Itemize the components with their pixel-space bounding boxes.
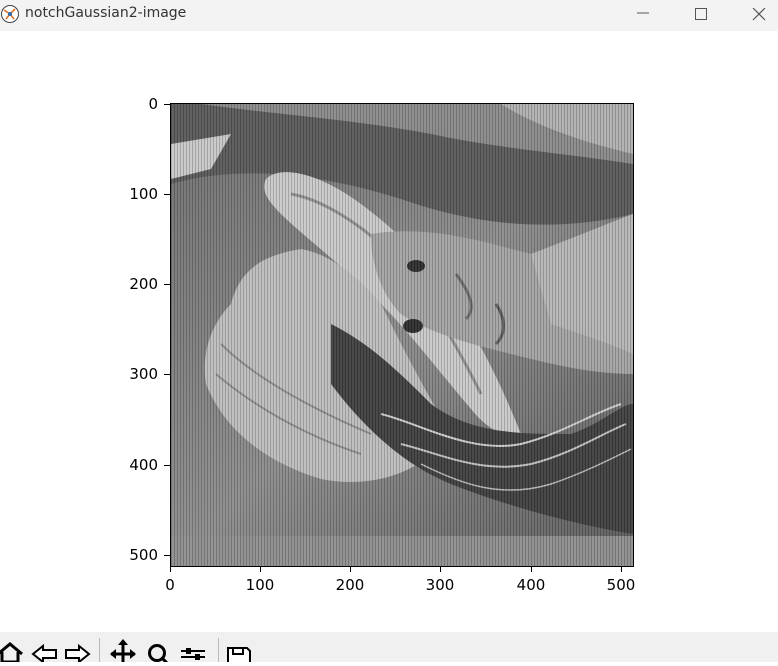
y-tick-label: 0 <box>148 95 158 113</box>
minimize-icon <box>637 12 649 14</box>
home-icon <box>0 642 23 664</box>
toolbar-separator <box>99 638 100 662</box>
y-tick-label: 400 <box>129 456 158 474</box>
x-tick-label: 200 <box>335 576 365 594</box>
app-icon <box>1 5 19 23</box>
configure-subplots-icon <box>181 648 205 660</box>
x-tick-mark <box>170 566 171 572</box>
grayscale-image <box>171 104 633 566</box>
minimize-button[interactable] <box>620 0 666 31</box>
y-tick-mark <box>164 194 170 195</box>
image-display[interactable] <box>171 104 633 566</box>
window-title: notchGaussian2-image <box>25 5 187 21</box>
x-tick-mark <box>621 566 622 572</box>
y-tick-label: 500 <box>129 546 158 564</box>
close-button[interactable] <box>736 0 778 31</box>
zoom-button[interactable] <box>142 638 172 666</box>
back-arrow-icon <box>31 643 57 665</box>
save-icon <box>227 647 251 666</box>
x-tick-mark <box>350 566 351 572</box>
y-tick-mark <box>164 284 170 285</box>
toolbar-separator <box>218 638 219 662</box>
title-bar: notchGaussian2-image <box>0 0 778 31</box>
forward-arrow-icon <box>65 643 91 665</box>
configure-subplots-button[interactable] <box>178 638 208 662</box>
y-tick-mark <box>164 465 170 466</box>
x-tick-label: 300 <box>425 576 455 594</box>
y-tick-label: 100 <box>129 185 158 203</box>
x-tick-label: 500 <box>606 576 636 594</box>
x-tick-label: 100 <box>245 576 275 594</box>
x-tick-mark <box>531 566 532 572</box>
home-button[interactable] <box>0 638 26 664</box>
x-tick-label: 400 <box>516 576 546 594</box>
y-tick-label: 300 <box>129 365 158 383</box>
close-icon <box>752 8 766 21</box>
pan-button[interactable] <box>108 638 138 662</box>
y-tick-label: 200 <box>129 275 158 293</box>
y-tick-mark <box>164 555 170 556</box>
y-tick-mark <box>164 104 170 105</box>
x-tick-label: 0 <box>165 576 175 594</box>
maximize-button[interactable] <box>678 0 724 31</box>
zoom-icon <box>148 644 170 666</box>
x-tick-mark <box>440 566 441 572</box>
forward-button[interactable] <box>62 638 92 665</box>
pan-icon <box>110 639 136 662</box>
y-tick-mark <box>164 374 170 375</box>
navigation-toolbar <box>0 632 778 666</box>
back-button[interactable] <box>30 638 60 665</box>
save-button[interactable] <box>224 638 254 666</box>
maximize-icon <box>695 8 707 20</box>
x-tick-mark <box>260 566 261 572</box>
